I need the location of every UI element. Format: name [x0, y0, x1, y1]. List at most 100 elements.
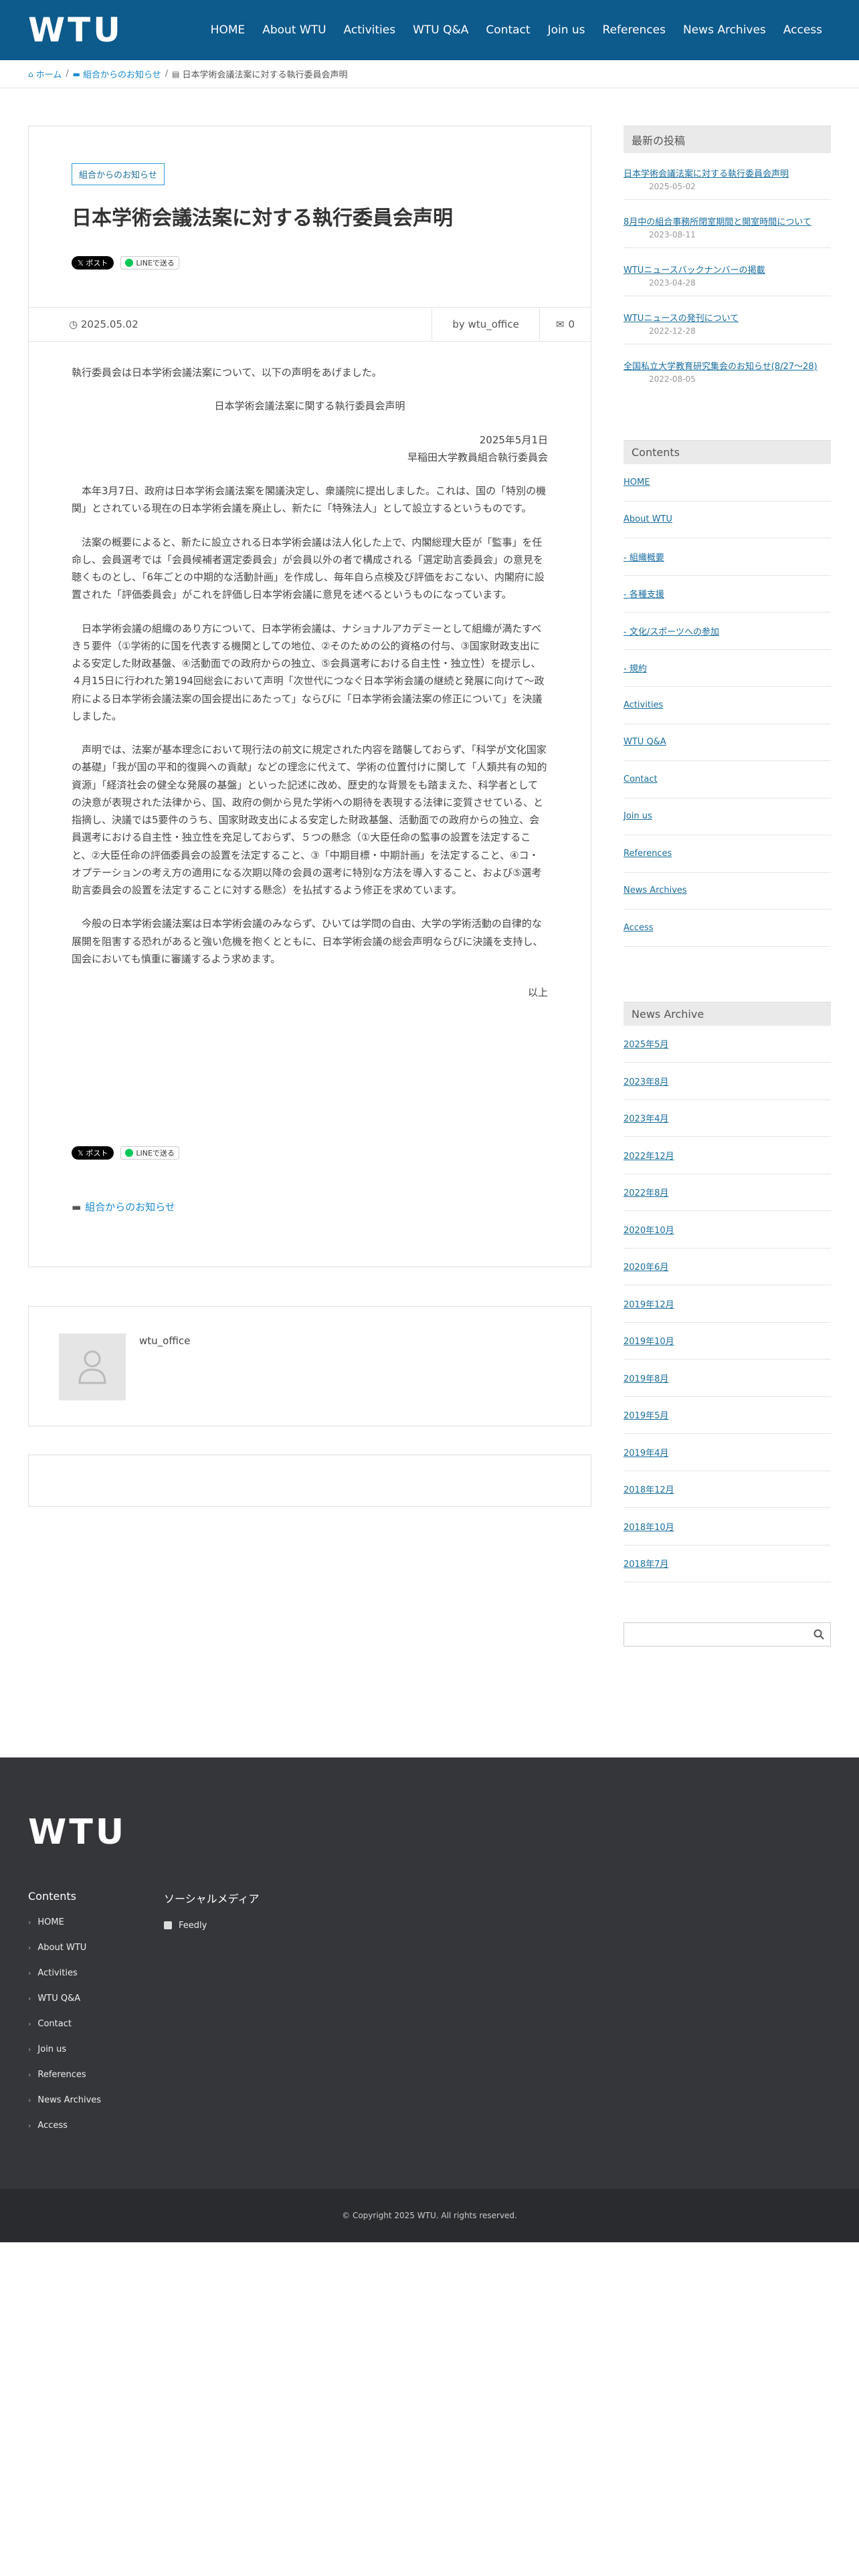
archive-link[interactable]: 2018年10月	[624, 1508, 831, 1545]
footer-link[interactable]: › WTU Q&A	[28, 1985, 101, 2011]
home-icon: ⌂	[28, 69, 33, 79]
recent-post-date: 2025-05-02	[649, 182, 696, 191]
footer-link[interactable]: › Access	[28, 2113, 101, 2138]
contents-link[interactable]: News Archives	[624, 873, 831, 909]
archive-link[interactable]: 2019年5月	[624, 1397, 831, 1434]
contents-link[interactable]: HOME	[624, 464, 831, 502]
recent-post-date: 2023-04-28	[649, 278, 696, 288]
nav-home[interactable]: HOME	[202, 23, 254, 37]
breadcrumb-category[interactable]: 組合からのお知らせ	[83, 68, 161, 80]
breadcrumb-home[interactable]: ホーム	[36, 68, 62, 80]
search-form	[624, 1622, 831, 1646]
archive-link[interactable]: 2018年7月	[624, 1545, 831, 1582]
contents-link[interactable]: - 各種支援	[624, 576, 831, 613]
x-post-button[interactable]: 𝕏 ポスト	[72, 256, 114, 270]
contents-link[interactable]: About WTU	[624, 502, 831, 538]
contents-link[interactable]: - 組織概要	[624, 538, 831, 576]
footer-link[interactable]: › Join us	[28, 2036, 101, 2062]
recent-post-link[interactable]: WTUニュースバックナンバーの掲載	[624, 263, 831, 276]
line-share-button[interactable]: LINEで送る	[120, 1146, 179, 1160]
archive-link[interactable]: 2019年4月	[624, 1434, 831, 1471]
contents-link[interactable]: Join us	[624, 798, 831, 835]
statement-heading: 日本学術会議法案に関する執行委員会声明	[214, 400, 405, 413]
rss-icon	[164, 1921, 172, 1929]
archive-link[interactable]: 2019年12月	[624, 1285, 831, 1323]
sidebar: 最新の投稿 日本学術会議法案に対する執行委員会声明 2025-05-02 8月中…	[624, 126, 831, 1646]
contents-link[interactable]: - 文化/スポーツへの参加	[624, 613, 831, 650]
recent-post-date: 2022-12-28	[649, 326, 696, 336]
archive-link[interactable]: 2020年10月	[624, 1211, 831, 1249]
footer-link[interactable]: › Contact	[28, 2011, 101, 2036]
body-paragraph: 声明では、法案が基本理念において現行法の前文に規定された内容を踏襲しておらず、「…	[72, 744, 547, 896]
post-comments[interactable]: ✉ 0	[539, 308, 591, 341]
archive-link[interactable]: 2020年6月	[624, 1249, 831, 1285]
copyright: © Copyright 2025 WTU. All rights reserve…	[0, 2189, 859, 2242]
file-icon: ▤	[172, 69, 180, 79]
post-category-footer: ▬ 組合からのお知らせ	[72, 1200, 175, 1214]
contents-list: HOME About WTU - 組織概要 - 各種支援 - 文化/スポーツへの…	[624, 464, 831, 947]
footer-link[interactable]: › HOME	[28, 1909, 101, 1935]
nav-activities[interactable]: Activities	[335, 23, 405, 37]
main-column: 組合からのお知らせ 日本学術会議法案に対する執行委員会声明 𝕏 ポスト LINE…	[28, 126, 591, 1507]
contents-link[interactable]: Contact	[624, 761, 831, 798]
comments-area	[28, 1455, 591, 1507]
footer-heading: Contents	[28, 1890, 76, 1903]
footer-social-link[interactable]: Feedly	[164, 1913, 260, 1938]
site-logo[interactable]: WTU	[28, 13, 123, 47]
post-body: 執行委員会は日本学術会議法案について、以下の声明をあげました。 日本学術会議法案…	[72, 364, 548, 1017]
footer-logo[interactable]: WTU	[28, 1812, 126, 1852]
recent-post-link[interactable]: WTUニュースの発刊について	[624, 311, 831, 324]
x-post-button[interactable]: 𝕏 ポスト	[72, 1146, 114, 1160]
nav-qa[interactable]: WTU Q&A	[404, 23, 477, 37]
footer-link[interactable]: › News Archives	[28, 2087, 101, 2113]
post-author[interactable]: by wtu_office	[432, 308, 539, 341]
contents-link[interactable]: Access	[624, 909, 831, 947]
archive-link[interactable]: 2019年8月	[624, 1360, 831, 1397]
nav-access[interactable]: Access	[775, 23, 831, 37]
archive-link[interactable]: 2023年8月	[624, 1063, 831, 1100]
author-name[interactable]: wtu_office	[139, 1335, 190, 1347]
footer-link[interactable]: › Activities	[28, 1960, 101, 1985]
recent-post-link[interactable]: 全国私立大学教育研究集会のお知らせ(8/27〜28)	[624, 359, 831, 372]
recent-post-link[interactable]: 8月中の組合事務所閉室期間と開室時間について	[624, 215, 831, 227]
recent-post-item: WTUニュースバックナンバーの掲載 2023-04-28	[624, 248, 831, 296]
footer-link-label: News Archives	[37, 2095, 102, 2105]
archive-link[interactable]: 2018年12月	[624, 1471, 831, 1508]
search-button[interactable]	[807, 1623, 830, 1646]
nav-about[interactable]: About WTU	[254, 23, 335, 37]
footer-link-label: HOME	[37, 1917, 64, 1927]
recent-post-link[interactable]: 日本学術会議法案に対する執行委員会声明	[624, 167, 831, 179]
archive-link[interactable]: 2022年8月	[624, 1174, 831, 1211]
line-share-button[interactable]: LINEで送る	[120, 256, 179, 270]
nav-news-archives[interactable]: News Archives	[674, 23, 775, 37]
contents-link[interactable]: - 規約	[624, 650, 831, 687]
archive-link[interactable]: 2022年12月	[624, 1137, 831, 1174]
nav-contact[interactable]: Contact	[477, 23, 539, 37]
footer-link[interactable]: › About WTU	[28, 1935, 101, 1960]
archive-link[interactable]: 2025年5月	[624, 1026, 831, 1063]
footer-link[interactable]: › References	[28, 2062, 101, 2087]
chevron-right-icon: ›	[28, 2070, 31, 2079]
recent-post-item: 全国私立大学教育研究集会のお知らせ(8/27〜28) 2022-08-05	[624, 344, 831, 392]
search-input[interactable]	[624, 1623, 807, 1646]
avatar	[59, 1333, 126, 1400]
nav-join[interactable]: Join us	[539, 23, 594, 37]
post-date: ◷ 2025.05.02	[29, 318, 432, 330]
recent-post-date: 2022-08-05	[649, 374, 696, 384]
chevron-right-icon: ›	[28, 2095, 31, 2105]
footer-link-label: Join us	[37, 2044, 67, 2054]
post-category-link[interactable]: 組合からのお知らせ	[85, 1200, 175, 1214]
post-title: 日本学術会議法案に対する執行委員会声明	[72, 207, 453, 230]
body-paragraph: 本年3月7日、政府は日本学術会議法案を閣議決定し、衆議院に提出しました。これは、…	[72, 485, 547, 515]
footer-link-label: Contact	[37, 2018, 72, 2029]
archive-link[interactable]: 2019年10月	[624, 1323, 831, 1360]
category-badge[interactable]: 組合からのお知らせ	[72, 163, 165, 185]
chevron-right-icon: ›	[28, 1968, 31, 1977]
body-paragraph: 日本学術会議の組織のあり方について、日本学術会議は、ナショナルアカデミーとして組…	[72, 622, 545, 722]
nav-references[interactable]: References	[594, 23, 674, 37]
contents-link[interactable]: WTU Q&A	[624, 724, 831, 761]
contents-link[interactable]: References	[624, 835, 831, 873]
widget-title: 最新の投稿	[624, 126, 831, 153]
contents-link[interactable]: Activities	[624, 687, 831, 724]
archive-link[interactable]: 2023年4月	[624, 1100, 831, 1137]
